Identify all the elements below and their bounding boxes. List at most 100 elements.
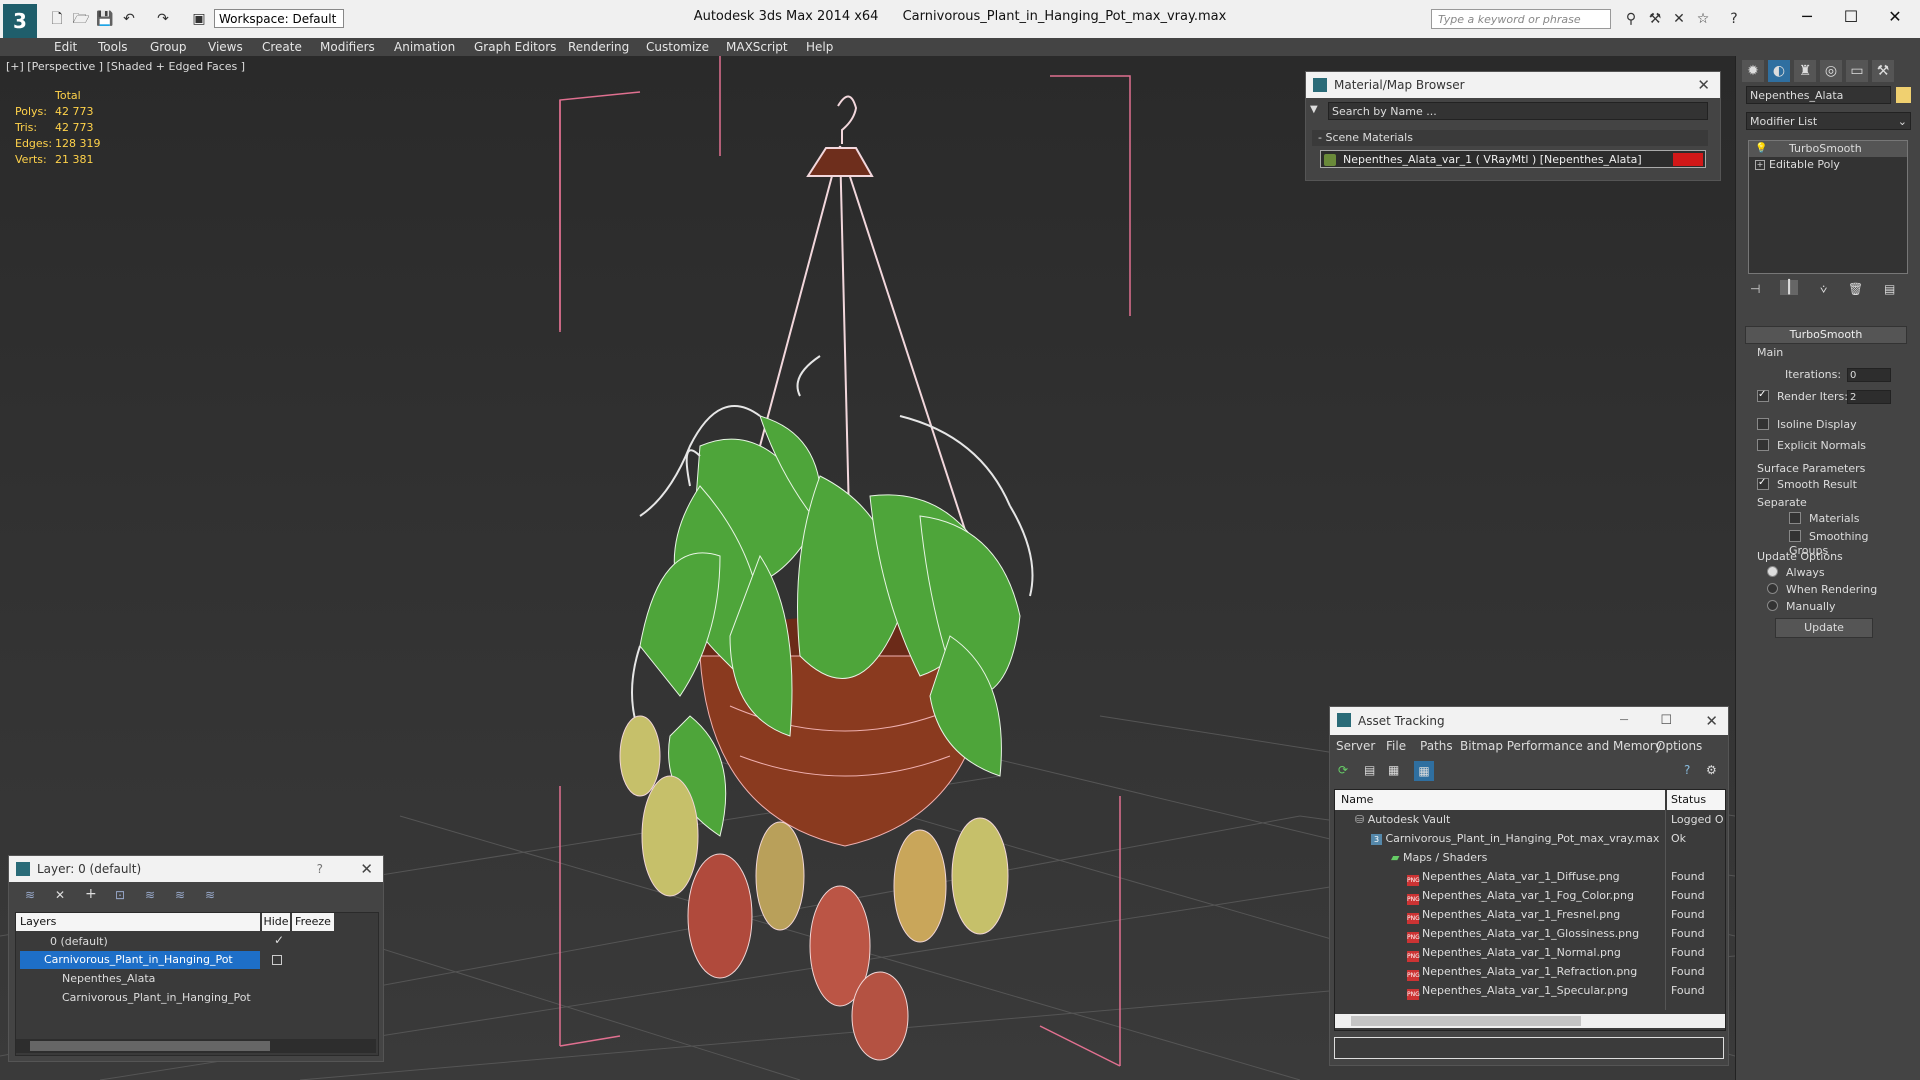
menu-rendering[interactable]: Rendering [568,38,629,56]
keyword-search-input[interactable]: Type a keyword or phrase [1431,9,1611,29]
asset-row[interactable]: PNG Nepenthes_Alata_var_1_Normal.png [1407,944,1667,962]
materials-row[interactable]: Materials [1789,512,1859,526]
minimize-icon[interactable]: ─ [1792,4,1822,30]
asset-row[interactable]: PNG Nepenthes_Alata_var_1_Fresnel.png [1407,906,1667,924]
asset-menu-bitmap-performance[interactable]: Bitmap Performance and Memory [1460,739,1662,753]
help-icon[interactable]: ? [1725,10,1743,28]
smooth-result-checkbox[interactable] [1757,476,1769,490]
create-layer-icon[interactable]: ≋ [25,888,35,902]
motion-tab-icon[interactable]: ◎ [1820,60,1842,82]
asset-row[interactable]: 3 Carnivorous_Plant_in_Hanging_Pot_max_v… [1371,830,1667,848]
layers-column-header[interactable]: Layers [16,913,260,931]
help-icon[interactable]: ? [1684,763,1690,777]
configure-sets-icon[interactable]: ▤ [1884,282,1895,296]
stack-item-editable-poly[interactable]: + Editable Poly [1749,157,1907,173]
explicit-normals-row[interactable]: Explicit Normals [1757,439,1866,453]
smoothing-groups-checkbox[interactable] [1789,530,1801,542]
always-row[interactable]: Always [1767,566,1825,580]
menu-group[interactable]: Group [150,38,187,56]
render-iters-checkbox[interactable] [1757,388,1769,402]
object-row-nepenthes[interactable]: Nepenthes_Alata [46,970,262,988]
subscription-icon[interactable]: ⚒ [1646,10,1664,28]
status-column-header[interactable]: Status [1667,790,1725,810]
materials-checkbox[interactable] [1789,512,1801,524]
delete-layer-icon[interactable]: ✕ [55,888,65,902]
hierarchy-tab-icon[interactable]: ♜ [1794,60,1816,82]
object-row-carnivorous-plant[interactable]: Carnivorous_Plant_in_Hanging_Pot [46,989,292,1007]
asset-menu-paths[interactable]: Paths [1420,739,1453,753]
smoothing-groups-row[interactable]: Smoothing Groups [1789,530,1907,557]
manually-row[interactable]: Manually [1767,600,1836,614]
layer-horizontal-scrollbar[interactable] [16,1039,376,1053]
settings-icon[interactable]: ⚙ [1706,763,1717,777]
stack-item-turbosmooth[interactable]: 💡 TurboSmooth [1749,141,1907,157]
lightbulb-icon[interactable]: 💡 [1755,141,1767,157]
material-browser-titlebar[interactable]: Material/Map Browser ✕ [1306,72,1720,98]
manually-radio[interactable] [1767,600,1778,611]
add-to-layer-icon[interactable]: + [85,886,97,902]
asset-menu-file[interactable]: File [1386,739,1406,753]
menu-graph-editors[interactable]: Graph Editors [474,38,556,56]
minimize-icon[interactable]: ─ [1620,707,1628,735]
favorites-star-icon[interactable]: ☆ [1694,10,1712,28]
hide-all-icon[interactable]: ≋ [175,888,185,902]
layer-row-carnivorous-plant[interactable]: Carnivorous_Plant_in_Hanging_Pot [20,951,260,969]
asset-menu-options[interactable]: Options [1656,739,1702,753]
iterations-spinner[interactable]: 0 [1847,368,1891,382]
close-icon[interactable]: ✕ [1705,707,1718,735]
table-view-icon[interactable]: ▦ [1414,761,1434,781]
asset-row[interactable]: PNG Nepenthes_Alata_var_1_Specular.png [1407,982,1667,1000]
layer-panel-titlebar[interactable]: Layer: 0 (default) ? ✕ [9,856,383,882]
asset-horizontal-scrollbar[interactable] [1335,1014,1725,1028]
when-rendering-radio[interactable] [1767,583,1778,594]
asset-row[interactable]: ▰ Maps / Shaders [1391,849,1671,867]
menu-animation[interactable]: Animation [394,38,455,56]
maximize-icon[interactable]: ☐ [1660,707,1672,735]
menu-help[interactable]: Help [806,38,833,56]
asset-tracking-titlebar[interactable]: Asset Tracking ─ ☐ ✕ [1330,707,1728,735]
explicit-normals-checkbox[interactable] [1757,439,1769,451]
close-icon[interactable]: ✕ [1880,4,1910,30]
maximize-icon[interactable]: ☐ [1836,4,1866,30]
asset-row[interactable]: PNG Nepenthes_Alata_var_1_Fog_Color.png [1407,887,1667,905]
scrollbar-thumb[interactable] [1351,1016,1581,1026]
asset-row[interactable]: PNG Nepenthes_Alata_var_1_Glossiness.png [1407,925,1667,943]
close-icon[interactable]: ✕ [1697,72,1710,98]
menu-edit[interactable]: Edit [54,38,77,56]
create-tab-icon[interactable]: ✹ [1742,60,1764,82]
object-name-field[interactable]: Nepenthes_Alata [1746,86,1891,104]
pin-stack-icon[interactable]: ⊣ [1750,282,1760,296]
name-column-header[interactable]: Name [1335,790,1665,810]
asset-path-field[interactable] [1334,1037,1724,1059]
isoline-row[interactable]: Isoline Display [1757,418,1857,432]
material-search-input[interactable]: Search by Name ... [1328,102,1708,120]
asset-row[interactable]: PNG Nepenthes_Alata_var_1_Diffuse.png [1407,868,1667,886]
binoculars-icon[interactable]: ⚲ [1622,10,1640,28]
help-button[interactable]: ? [317,856,323,882]
remove-modifier-icon[interactable]: 🗑 [1848,282,1863,296]
hide-column-header[interactable]: Hide [262,913,290,931]
expand-icon[interactable]: + [1755,160,1765,170]
make-unique-icon[interactable]: ⩒ [1820,282,1827,297]
modifier-list-dropdown[interactable]: Modifier List ⌄ [1746,112,1911,130]
show-end-result-icon[interactable]: ┃ [1780,280,1798,295]
isoline-checkbox[interactable] [1757,418,1769,430]
menu-maxscript[interactable]: MAXScript [726,38,788,56]
communication-icon[interactable]: ✕ [1670,10,1688,28]
rollout-title[interactable]: TurboSmooth [1745,326,1907,344]
scene-materials-header[interactable]: - Scene Materials [1312,130,1708,146]
layer-row-default[interactable]: 0 (default) [36,933,250,951]
select-objects-icon[interactable]: ⊡ [115,888,125,902]
menu-create[interactable]: Create [262,38,302,56]
always-radio[interactable] [1767,566,1778,577]
close-icon[interactable]: ✕ [360,856,373,882]
asset-row[interactable]: ⛁ Autodesk Vault [1355,811,1665,829]
highlight-layer-icon[interactable]: ≋ [145,888,155,902]
list-view-icon[interactable]: ▤ [1364,763,1375,777]
filter-icon[interactable]: ▼ [1310,104,1324,118]
asset-menu-server[interactable]: Server [1336,739,1375,753]
asset-row[interactable]: PNG Nepenthes_Alata_var_1_Refraction.png [1407,963,1667,981]
menu-tools[interactable]: Tools [98,38,128,56]
tree-view-icon[interactable]: ▦ [1388,763,1399,777]
utilities-tab-icon[interactable]: ⚒ [1872,60,1894,82]
